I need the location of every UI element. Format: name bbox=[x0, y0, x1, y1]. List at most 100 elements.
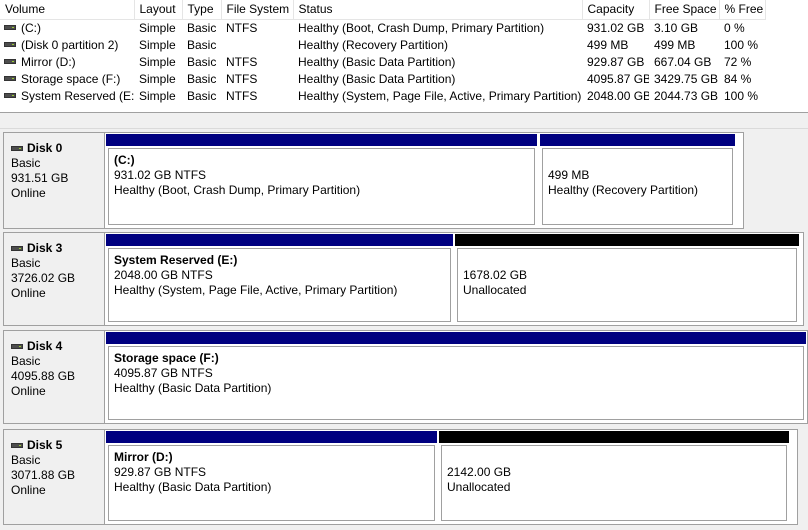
partition-bar bbox=[105, 233, 454, 247]
partition-status: Healthy (Basic Data Partition) bbox=[114, 480, 272, 494]
disk-name: Disk 3 bbox=[11, 241, 104, 256]
percent-free-cell: 100 % bbox=[724, 88, 759, 103]
fs-cell: NTFS bbox=[226, 88, 258, 103]
volume-list[interactable]: Volume Layout Type File System Status Ca… bbox=[0, 0, 808, 112]
disk-name: Disk 0 bbox=[11, 141, 104, 156]
type-cell: Basic bbox=[187, 37, 217, 52]
pane-splitter[interactable] bbox=[0, 112, 808, 129]
capacity-cell: 929.87 GB bbox=[587, 54, 645, 69]
drive-icon bbox=[4, 92, 16, 98]
volume-row[interactable]: System Reserved (E:) Simple Basic NTFS H… bbox=[0, 87, 765, 104]
partition-title: (C:) bbox=[114, 153, 135, 167]
layout-cell: Simple bbox=[139, 88, 176, 103]
status-cell: Healthy (Boot, Crash Dump, Primary Parti… bbox=[298, 20, 545, 35]
partition-bar bbox=[438, 430, 790, 444]
partition[interactable]: Storage space (F:) 4095.87 GB NTFS Healt… bbox=[105, 331, 807, 423]
volume-cell: Mirror (D:) bbox=[0, 53, 134, 70]
volume-cell: Storage space (F:) bbox=[0, 70, 134, 87]
column-header-volume[interactable]: Volume bbox=[0, 0, 135, 20]
disk-icon bbox=[11, 146, 23, 151]
layout-cell: Simple bbox=[139, 54, 176, 69]
disk-icon bbox=[11, 246, 23, 251]
type-cell: Basic bbox=[187, 88, 217, 103]
partition-title: Mirror (D:) bbox=[114, 450, 173, 464]
disk-partitions: Storage space (F:) 4095.87 GB NTFS Healt… bbox=[104, 330, 808, 424]
layout-cell: Simple bbox=[139, 71, 176, 86]
column-header-type[interactable]: Type bbox=[182, 0, 222, 20]
disk-partitions: Mirror (D:) 929.87 GB NTFS Healthy (Basi… bbox=[104, 429, 798, 525]
partition-title: System Reserved (E:) bbox=[114, 253, 238, 267]
unallocated-partition[interactable]: 2142.00 GB Unallocated bbox=[438, 430, 790, 524]
disk-icon bbox=[11, 344, 23, 349]
partition[interactable]: 499 MB Healthy (Recovery Partition) bbox=[539, 133, 736, 228]
disk-type: Basic bbox=[11, 256, 41, 270]
disk-size: 3726.02 GB bbox=[11, 271, 76, 285]
partition-body: Storage space (F:) 4095.87 GB NTFS Healt… bbox=[108, 346, 804, 420]
status-cell: Healthy (Basic Data Partition) bbox=[298, 71, 456, 86]
partition-title bbox=[463, 253, 796, 268]
partition-bar bbox=[105, 331, 807, 345]
disk-status: Online bbox=[11, 384, 46, 398]
percent-free-cell: 100 % bbox=[724, 37, 759, 52]
percent-free-cell: 84 % bbox=[724, 71, 752, 86]
partition-body: 499 MB Healthy (Recovery Partition) bbox=[542, 148, 733, 225]
volume-row[interactable]: Mirror (D:) Simple Basic NTFS Healthy (B… bbox=[0, 53, 765, 70]
disk-label[interactable]: Disk 3 Basic 3726.02 GB Online bbox=[3, 232, 104, 326]
disk-icon bbox=[11, 443, 23, 448]
volume-row[interactable]: Storage space (F:) Simple Basic NTFS Hea… bbox=[0, 70, 765, 87]
partition-size: 499 MB bbox=[548, 168, 590, 182]
disk-name: Disk 5 bbox=[11, 438, 104, 453]
volume-table: Volume Layout Type File System Status Ca… bbox=[0, 0, 766, 104]
disk-label[interactable]: Disk 0 Basic 931.51 GB Online bbox=[3, 132, 104, 229]
fs-cell: NTFS bbox=[226, 20, 258, 35]
column-header-status[interactable]: Status bbox=[293, 0, 583, 20]
column-header-percent-free[interactable]: % Free bbox=[719, 0, 766, 20]
disk-row-4: Disk 4 Basic 4095.88 GB Online Storage s… bbox=[3, 330, 808, 424]
partition-size: 2142.00 GB bbox=[447, 465, 512, 479]
column-header-capacity[interactable]: Capacity bbox=[582, 0, 650, 20]
fs-cell: NTFS bbox=[226, 71, 258, 86]
disk-type: Basic bbox=[11, 354, 41, 368]
partition[interactable]: (C:) 931.02 GB NTFS Healthy (Boot, Crash… bbox=[105, 133, 538, 228]
free-space-cell: 3.10 GB bbox=[654, 20, 699, 35]
column-header-file-system[interactable]: File System bbox=[221, 0, 294, 20]
volume-row[interactable]: (Disk 0 partition 2) Simple Basic Health… bbox=[0, 36, 765, 53]
column-header-layout[interactable]: Layout bbox=[134, 0, 183, 20]
disk-size: 3071.88 GB bbox=[11, 468, 76, 482]
disk-status: Online bbox=[11, 483, 46, 497]
partition-size: 2048.00 GB NTFS bbox=[114, 268, 213, 282]
disk-size: 931.51 GB bbox=[11, 171, 69, 185]
disk-name: Disk 4 bbox=[11, 339, 104, 354]
disk-label[interactable]: Disk 4 Basic 4095.88 GB Online bbox=[3, 330, 104, 424]
disk-row-5: Disk 5 Basic 3071.88 GB Online Mirror (D… bbox=[3, 429, 808, 525]
partition-bar bbox=[105, 133, 538, 147]
disk-status: Online bbox=[11, 286, 46, 300]
partition-status: Healthy (Boot, Crash Dump, Primary Parti… bbox=[114, 183, 361, 197]
disk-type: Basic bbox=[11, 156, 41, 170]
volume-cell: System Reserved (E:) bbox=[0, 87, 134, 104]
disk-label[interactable]: Disk 5 Basic 3071.88 GB Online bbox=[3, 429, 104, 525]
capacity-cell: 931.02 GB bbox=[587, 20, 645, 35]
type-cell: Basic bbox=[187, 20, 217, 35]
partition-size: 1678.02 GB bbox=[463, 268, 528, 282]
volume-name: Mirror (D:) bbox=[21, 54, 76, 69]
disk-status: Online bbox=[11, 186, 46, 200]
volume-name: Storage space (F:) bbox=[21, 71, 121, 86]
capacity-cell: 2048.00 GB bbox=[587, 88, 649, 103]
fs-cell: NTFS bbox=[226, 54, 258, 69]
disk-partitions: System Reserved (E:) 2048.00 GB NTFS Hea… bbox=[104, 232, 804, 326]
free-space-cell: 2044.73 GB bbox=[654, 88, 719, 103]
capacity-cell: 4095.87 GB bbox=[587, 71, 649, 86]
percent-free-cell: 0 % bbox=[724, 20, 745, 35]
free-space-cell: 499 MB bbox=[654, 37, 696, 52]
partition[interactable]: Mirror (D:) 929.87 GB NTFS Healthy (Basi… bbox=[105, 430, 438, 524]
disk-name-text: Disk 0 bbox=[27, 141, 63, 155]
partition-body: 2142.00 GB Unallocated bbox=[441, 445, 787, 521]
volume-row[interactable]: (C:) Simple Basic NTFS Healthy (Boot, Cr… bbox=[0, 19, 765, 36]
unallocated-partition[interactable]: 1678.02 GB Unallocated bbox=[454, 233, 800, 325]
partition-status: Healthy (Basic Data Partition) bbox=[114, 381, 272, 395]
partition-status: Unallocated bbox=[447, 480, 511, 494]
partition[interactable]: System Reserved (E:) 2048.00 GB NTFS Hea… bbox=[105, 233, 454, 325]
status-cell: Healthy (System, Page File, Active, Prim… bbox=[298, 88, 582, 103]
column-header-free-space[interactable]: Free Space bbox=[649, 0, 720, 20]
